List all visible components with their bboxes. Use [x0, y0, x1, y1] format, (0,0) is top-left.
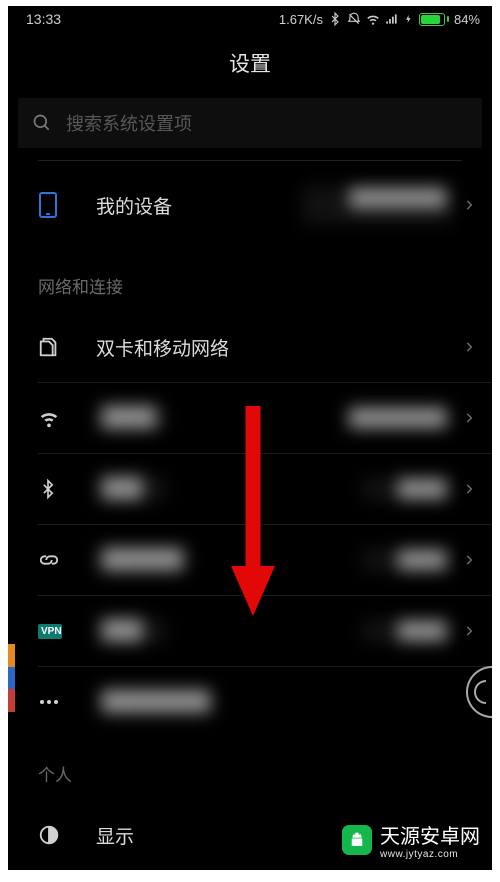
- status-time: 13:33: [26, 11, 61, 27]
- row-value: ████: [166, 477, 462, 501]
- chevron-right-icon: [462, 624, 476, 638]
- vpn-icon: VPN: [38, 624, 74, 639]
- edge-color-tabs: [8, 644, 15, 712]
- watermark-subtext: www.jytyaz.com: [380, 849, 480, 860]
- chevron-right-icon: [462, 411, 476, 425]
- dnd-icon: [347, 12, 361, 26]
- chevron-right-icon: [462, 482, 476, 496]
- row-wlan[interactable]: ████ ████████: [8, 383, 492, 453]
- row-label: ██████: [96, 547, 189, 573]
- chevron-right-icon: [462, 198, 476, 212]
- row-value: ████████: [166, 406, 462, 430]
- page-title: 设置: [8, 30, 492, 98]
- row-label: 双卡和移动网络: [96, 334, 229, 361]
- watermark-logo-icon: [342, 825, 372, 855]
- row-value: ████: [166, 619, 462, 643]
- battery-pct: 84%: [454, 12, 480, 27]
- watermark-text: 天源安卓网: [380, 820, 480, 849]
- row-my-device[interactable]: 我的设备 ████████: [8, 161, 492, 249]
- row-vpn[interactable]: VPN ███ ████: [8, 596, 492, 666]
- bluetooth-row-icon: [38, 477, 74, 501]
- search-placeholder: 搜索系统设置项: [66, 110, 192, 136]
- chevron-right-icon: [462, 340, 476, 354]
- battery-icon: [419, 13, 449, 26]
- net-speed: 1.67K/s: [279, 12, 323, 27]
- more-icon: [38, 698, 74, 706]
- brightness-icon: [38, 824, 74, 846]
- row-label: 显示: [96, 822, 134, 849]
- row-hotspot[interactable]: ██████ ████: [8, 525, 492, 595]
- search-icon: [32, 113, 52, 133]
- row-label: ████████: [96, 689, 216, 715]
- section-personal: 个人: [8, 737, 492, 800]
- wifi-icon: [366, 12, 380, 26]
- search-bar[interactable]: 搜索系统设置项: [18, 98, 482, 148]
- row-label: ███: [96, 476, 166, 502]
- sim-icon: [38, 336, 74, 358]
- row-bluetooth[interactable]: ███ ████: [8, 454, 492, 524]
- row-value: ████: [189, 548, 462, 572]
- row-value: ████████: [172, 186, 462, 224]
- row-label: 我的设备: [96, 192, 172, 219]
- section-network: 网络和连接: [8, 249, 492, 312]
- bluetooth-icon: [328, 12, 342, 26]
- signal-icon: [385, 12, 399, 26]
- wifi-row-icon: [38, 407, 74, 429]
- row-label: ███: [96, 618, 166, 644]
- phone-icon: [38, 191, 74, 219]
- row-label: ████: [96, 405, 166, 431]
- chevron-right-icon: [462, 553, 476, 567]
- link-icon: [38, 549, 74, 571]
- watermark: 天源安卓网 www.jytyaz.com: [342, 820, 480, 860]
- row-dual-sim[interactable]: 双卡和移动网络: [8, 312, 492, 382]
- row-more[interactable]: ████████: [8, 667, 492, 737]
- status-bar: 13:33 1.67K/s 84%: [8, 6, 492, 30]
- charge-icon: [404, 12, 414, 26]
